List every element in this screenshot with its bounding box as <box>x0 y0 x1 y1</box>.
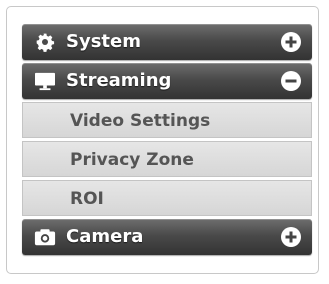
submenu-item-label: Privacy Zone <box>70 150 194 170</box>
navigation-menu: System Streaming Video Settings Privacy … <box>22 24 312 258</box>
submenu-item-roi[interactable]: ROI <box>22 180 312 216</box>
plus-icon[interactable] <box>281 32 301 52</box>
submenu-item-video-settings[interactable]: Video Settings <box>22 102 312 138</box>
monitor-icon <box>35 72 55 91</box>
gear-icon <box>36 33 55 52</box>
menu-header-streaming[interactable]: Streaming <box>22 63 312 99</box>
submenu-item-label: ROI <box>70 189 104 209</box>
submenu-item-label: Video Settings <box>70 111 211 131</box>
menu-header-label: Streaming <box>66 70 172 91</box>
submenu-item-privacy-zone[interactable]: Privacy Zone <box>22 141 312 177</box>
minus-icon[interactable] <box>281 71 301 91</box>
menu-header-label: System <box>66 31 141 52</box>
menu-header-camera[interactable]: Camera <box>22 219 312 255</box>
menu-header-label: Camera <box>66 226 144 247</box>
plus-icon[interactable] <box>281 227 301 247</box>
menu-header-system[interactable]: System <box>22 24 312 60</box>
camera-icon <box>34 229 56 246</box>
